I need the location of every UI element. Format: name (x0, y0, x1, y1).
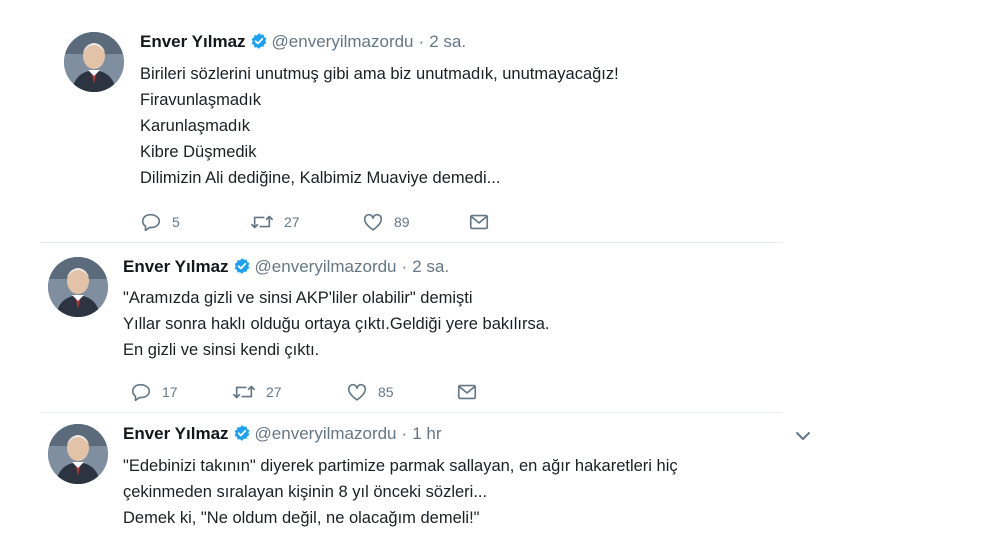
verified-badge-icon (250, 32, 268, 56)
verified-badge-icon (233, 424, 251, 448)
tweet-line: Karunlaşmadık (140, 117, 251, 135)
retweet-count: 27 (266, 384, 282, 400)
tweet-line: Demek ki, "Ne oldum değil, ne olacağım d… (123, 509, 480, 527)
envelope-icon (457, 384, 477, 400)
reply-count: 17 (162, 384, 178, 400)
reply-button[interactable]: 17 (130, 380, 178, 404)
tweet-header: Enver Yılmaz @enveryilmazordu · 2 sa. (140, 31, 466, 56)
tweet-line: En gizli ve sinsi kendi çıktı. (123, 341, 320, 359)
avatar[interactable] (64, 32, 124, 92)
author-name[interactable]: Enver Yılmaz (123, 257, 229, 276)
avatar-photo (64, 32, 124, 92)
separator-dot: · (401, 424, 408, 443)
dm-button[interactable] (468, 210, 490, 234)
reply-button[interactable]: 5 (140, 210, 180, 234)
reply-count: 5 (172, 214, 180, 230)
tweet-line: çekinmeden sıralayan kişinin 8 yıl öncek… (123, 483, 488, 501)
heart-icon (363, 213, 383, 231)
tweet-text: "Edebinizi takının" diyerek partimize pa… (123, 453, 678, 531)
avatar-photo (48, 424, 108, 484)
timestamp[interactable]: 2 sa. (429, 32, 466, 51)
reply-icon (141, 213, 161, 232)
tweet-menu-button[interactable] (795, 429, 811, 447)
tweet-line: "Aramızda gizli ve sinsi AKP'liler olabi… (123, 289, 473, 307)
tweet-actions: 17 27 85 (130, 380, 490, 404)
separator-dot: · (418, 32, 425, 51)
like-button[interactable]: 89 (362, 210, 410, 234)
tweet-header: Enver Yılmaz @enveryilmazordu · 1 hr (123, 423, 441, 448)
tweet-3[interactable]: Enver Yılmaz @enveryilmazordu · 1 hr "Edebi… (0, 413, 1000, 538)
tweet-2[interactable]: Enver Yılmaz @enveryilmazordu · 2 sa. "Aram… (0, 243, 1000, 411)
separator-dot: · (401, 257, 408, 276)
tweet-text: "Aramızda gizli ve sinsi AKP'liler olabi… (123, 285, 549, 363)
timestamp[interactable]: 1 hr (412, 424, 441, 443)
author-handle[interactable]: @enveryilmazordu (255, 424, 397, 443)
retweet-count: 27 (284, 214, 300, 230)
retweet-icon (251, 215, 273, 229)
envelope-icon (469, 214, 489, 230)
reply-icon (131, 383, 151, 402)
retweet-button[interactable]: 27 (232, 380, 282, 404)
like-count: 89 (394, 214, 410, 230)
author-handle[interactable]: @enveryilmazordu (272, 32, 414, 51)
author-name[interactable]: Enver Yılmaz (140, 32, 246, 51)
retweet-button[interactable]: 27 (250, 210, 300, 234)
like-button[interactable]: 85 (346, 380, 394, 404)
author-name[interactable]: Enver Yılmaz (123, 424, 229, 443)
tweet-text: Birileri sözlerini unutmuş gibi ama biz … (140, 61, 619, 191)
avatar[interactable] (48, 257, 108, 317)
avatar[interactable] (48, 424, 108, 484)
chevron-down-icon (796, 432, 810, 440)
dm-button[interactable] (456, 380, 478, 404)
tweet-line: Dilimizin Ali dediğine, Kalbimiz Muaviye… (140, 169, 501, 187)
tweet-header: Enver Yılmaz @enveryilmazordu · 2 sa. (123, 256, 449, 281)
verified-badge-icon (233, 257, 251, 281)
tweet-line: Firavunlaşmadık (140, 91, 262, 109)
timestamp[interactable]: 2 sa. (412, 257, 449, 276)
author-handle[interactable]: @enveryilmazordu (255, 257, 397, 276)
retweet-icon (233, 385, 255, 399)
tweet-line: Kibre Düşmedik (140, 143, 257, 161)
tweet-actions: 5 27 89 (140, 210, 500, 234)
tweet-line: Yıllar sonra haklı olduğu ortaya çıktı.G… (123, 315, 550, 333)
like-count: 85 (378, 384, 394, 400)
tweet-1[interactable]: Enver Yılmaz @enveryilmazordu · 2 sa. Biril… (0, 0, 1000, 240)
heart-icon (347, 383, 367, 401)
avatar-photo (48, 257, 108, 317)
tweet-line: Birileri sözlerini unutmuş gibi ama biz … (140, 65, 619, 83)
tweet-line: "Edebinizi takının" diyerek partimize pa… (123, 457, 678, 475)
